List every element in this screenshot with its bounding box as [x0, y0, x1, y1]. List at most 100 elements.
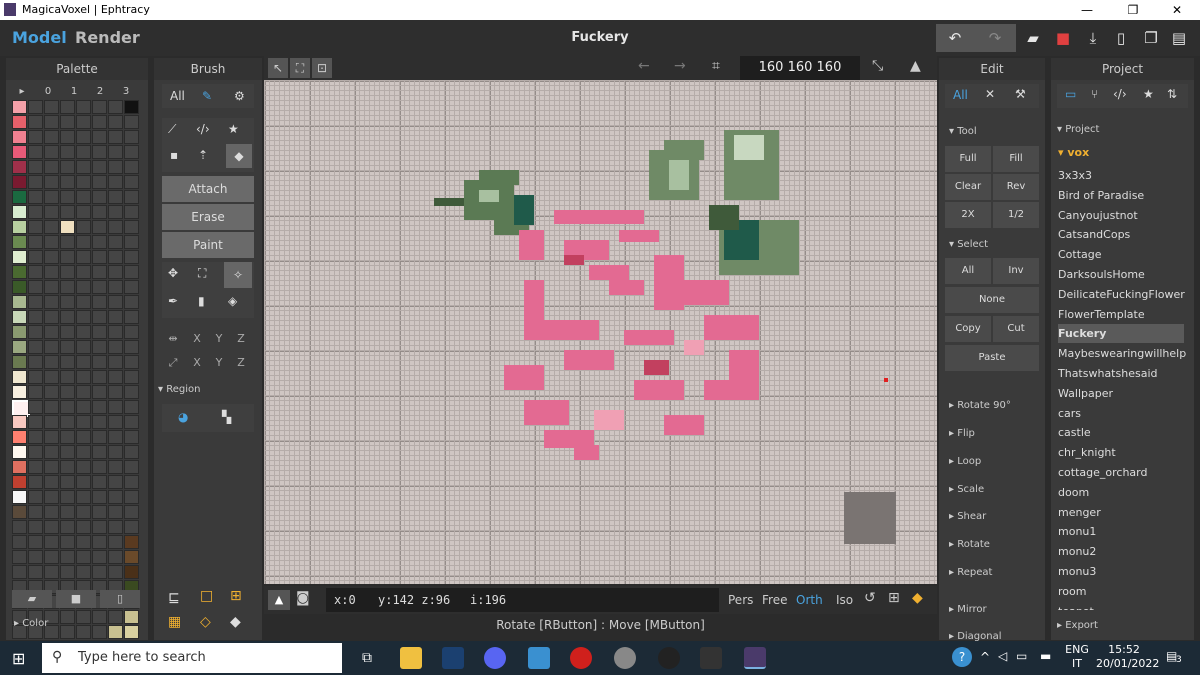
palette-swatch[interactable] — [76, 490, 91, 504]
palette-swatch[interactable] — [28, 400, 43, 414]
undo-icon[interactable]: ↶ — [942, 26, 968, 50]
palette-swatch[interactable] — [108, 265, 123, 279]
view-orth[interactable]: Orth — [796, 593, 823, 607]
paint-brush-icon[interactable]: ✎ — [202, 84, 212, 108]
palette-swatch[interactable] — [12, 160, 27, 174]
palette-swatch[interactable] — [92, 340, 107, 354]
edit-mode-all[interactable]: All — [953, 88, 968, 102]
palette-swatch[interactable] — [108, 430, 123, 444]
palette-swatch[interactable] — [44, 295, 59, 309]
select-all-button[interactable]: All — [945, 258, 991, 284]
palette-swatch[interactable] — [108, 610, 123, 624]
view-pers[interactable]: Pers — [728, 593, 753, 607]
palette-swatch[interactable] — [60, 460, 75, 474]
palette-swatch[interactable] — [60, 310, 75, 324]
media-icon[interactable] — [658, 647, 680, 669]
palette-swatch[interactable] — [108, 460, 123, 474]
palette-swatch[interactable] — [76, 445, 91, 459]
project-file-item[interactable]: monu2 — [1058, 542, 1184, 561]
palette-column-header[interactable]: 3 — [114, 86, 138, 97]
palette-swatch[interactable] — [28, 160, 43, 174]
palette-swatch[interactable] — [44, 520, 59, 534]
palette-swatch[interactable] — [60, 325, 75, 339]
palette-swatch[interactable] — [12, 115, 27, 129]
expand-icon[interactable]: ✕ — [985, 87, 995, 101]
cube-outline-icon[interactable]: ◇ — [200, 614, 211, 630]
palette-swatch[interactable] — [92, 625, 107, 639]
palette-swatch[interactable] — [124, 115, 139, 129]
palette-swatch[interactable] — [44, 250, 59, 264]
new-file-icon[interactable]: ▯ — [1108, 26, 1134, 50]
clock[interactable]: 15:52 20/01/2022 — [1096, 643, 1159, 671]
voxel-brush-icon[interactable]: ▪ — [170, 148, 178, 162]
palette-swatch[interactable] — [124, 325, 139, 339]
palette-swatch[interactable] — [28, 190, 43, 204]
maximize-button[interactable]: ❐ — [1110, 0, 1156, 20]
palette-swatch[interactable] — [44, 220, 59, 234]
palette-swatch[interactable] — [60, 160, 75, 174]
palette-swatch[interactable] — [12, 565, 27, 579]
epic-games-icon[interactable] — [700, 647, 722, 669]
palette-swatch[interactable] — [44, 325, 59, 339]
palette-swatch[interactable] — [60, 205, 75, 219]
cube-view-icon[interactable]: ◆ — [912, 590, 923, 606]
region-section[interactable]: ▾ Region — [158, 384, 200, 395]
color-section-toggle[interactable]: ▸ Color — [14, 618, 48, 629]
dimensions-field[interactable]: 160 160 160 — [740, 56, 860, 80]
palette-swatch[interactable] — [76, 115, 91, 129]
project-file-item[interactable]: doom — [1058, 483, 1184, 502]
view-free[interactable]: Free — [762, 593, 787, 607]
palette-swatch[interactable] — [92, 565, 107, 579]
palette-swatch[interactable] — [60, 340, 75, 354]
paint-button[interactable]: Paint — [162, 232, 254, 258]
project-file-item[interactable]: DeilicateFuckingFlower — [1058, 285, 1185, 304]
palette-swatch[interactable] — [76, 475, 91, 489]
palette-swatch[interactable] — [60, 130, 75, 144]
save-palette-icon[interactable]: ■ — [56, 590, 96, 608]
palette-swatch[interactable] — [124, 385, 139, 399]
camera-icon[interactable]: ◙ — [296, 590, 310, 606]
palette-swatch[interactable] — [108, 190, 123, 204]
palette-swatch[interactable] — [28, 445, 43, 459]
palette-swatch[interactable] — [124, 145, 139, 159]
palette-swatch[interactable] — [12, 250, 27, 264]
files-icon[interactable]: ▤ — [1166, 26, 1192, 50]
palette-swatch[interactable] — [76, 535, 91, 549]
palette-swatch[interactable] — [108, 385, 123, 399]
palette-swatch[interactable] — [28, 475, 43, 489]
palette-swatch[interactable] — [124, 475, 139, 489]
tab-render[interactable]: Render — [75, 28, 140, 47]
palette-swatch[interactable] — [60, 190, 75, 204]
palette-swatch[interactable] — [108, 550, 123, 564]
palette-swatch[interactable] — [44, 445, 59, 459]
palette-swatch[interactable] — [108, 205, 123, 219]
reset-view-icon[interactable]: ↺ — [864, 590, 876, 606]
palette-swatch[interactable] — [124, 100, 139, 114]
palette-swatch[interactable] — [108, 340, 123, 354]
palette-swatch[interactable] — [12, 205, 27, 219]
redo-icon[interactable]: ↷ — [982, 26, 1008, 50]
windows-start-icon[interactable]: ⊞ — [12, 649, 25, 668]
palette-swatch[interactable] — [28, 490, 43, 504]
palette-swatch[interactable] — [28, 550, 43, 564]
palette-swatch[interactable] — [28, 565, 43, 579]
palette-swatch[interactable] — [108, 295, 123, 309]
palette-swatch[interactable] — [92, 490, 107, 504]
palette-swatch[interactable] — [60, 505, 75, 519]
sort-tab-icon[interactable]: ⇅ — [1167, 87, 1177, 101]
palette-swatch[interactable] — [108, 325, 123, 339]
palette-swatch[interactable] — [12, 295, 27, 309]
palette-swatch[interactable] — [44, 505, 59, 519]
palette-swatch[interactable] — [12, 310, 27, 324]
palette-swatch[interactable] — [124, 535, 139, 549]
palette-swatch[interactable] — [44, 550, 59, 564]
palette-swatch[interactable] — [44, 130, 59, 144]
vox-folder[interactable]: ▾ vox — [1058, 146, 1089, 159]
magic-wand-icon[interactable]: ✧ — [224, 262, 252, 288]
eyedropper-icon[interactable]: ✒ — [168, 294, 178, 308]
palette-swatch[interactable] — [12, 460, 27, 474]
project-file-item[interactable]: chr_knight — [1058, 443, 1184, 462]
palette-swatch[interactable] — [108, 145, 123, 159]
palette-swatch[interactable] — [44, 280, 59, 294]
palette-swatch[interactable] — [44, 370, 59, 384]
